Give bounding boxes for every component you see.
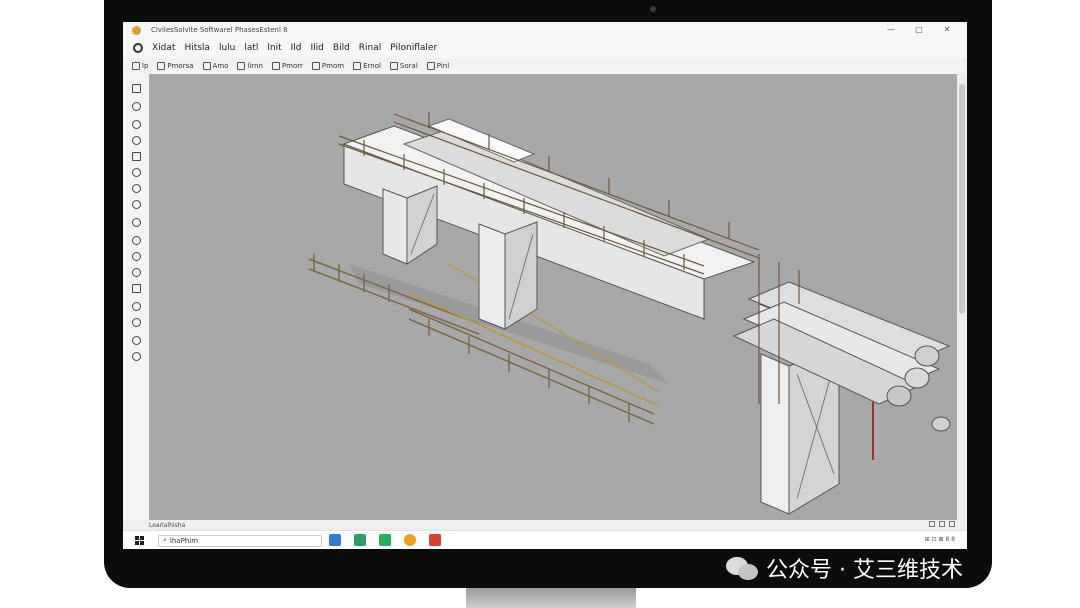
tool-label: Ernol xyxy=(363,62,381,70)
menu-item-view[interactable]: lulu xyxy=(219,43,235,53)
tool-follow-icon[interactable] xyxy=(132,236,141,245)
tool-box-icon[interactable] xyxy=(132,152,141,161)
search-icon: ⌕ xyxy=(163,536,167,544)
pan-icon xyxy=(426,62,435,70)
tool-label: Pmorr xyxy=(281,62,303,70)
editor-app-icon[interactable] xyxy=(354,534,366,546)
tool-zoom-icon[interactable] xyxy=(132,336,141,345)
tool-move[interactable]: Pmorsa xyxy=(157,62,194,70)
start-menu-icon[interactable] xyxy=(135,536,144,545)
tool-erase[interactable]: Ernol xyxy=(353,62,381,70)
maximize-button[interactable]: □ xyxy=(905,24,933,36)
menu-bar: Xidat Hitsla lulu latl lnit Ild Ilid Bil… xyxy=(123,38,967,58)
tool-line[interactable]: lirnn xyxy=(237,62,263,70)
arc-icon xyxy=(202,62,211,70)
tool-pan[interactable]: Pinl xyxy=(426,62,450,70)
tool-label: Amo xyxy=(212,62,229,70)
tool-measure[interactable]: Pmorr xyxy=(271,62,303,70)
tool-select[interactable]: lp xyxy=(132,62,148,70)
status-toggle-icon[interactable] xyxy=(939,521,945,527)
menu-item-plugins[interactable]: Piloniflaler xyxy=(390,43,437,53)
menu-item-file[interactable]: Xidat xyxy=(152,43,175,53)
line-icon xyxy=(237,62,246,70)
tool-orbit[interactable]: Soral xyxy=(389,62,418,70)
menu-item-format[interactable]: lnit xyxy=(267,43,281,53)
close-button[interactable]: ✕ xyxy=(933,24,961,36)
menu-item-render[interactable]: Rinal xyxy=(359,43,381,53)
status-text: Loarlalhisha xyxy=(149,521,186,529)
tool-rotate-icon[interactable] xyxy=(132,168,141,177)
menu-item-insert[interactable]: latl xyxy=(244,43,258,53)
select-icon xyxy=(132,62,140,70)
menu-item-edit[interactable]: Hitsla xyxy=(184,43,210,53)
file-manager-app-icon[interactable] xyxy=(329,534,341,546)
status-toggle-icon[interactable] xyxy=(929,521,935,527)
pier-middle xyxy=(478,221,538,330)
toolbar: lp Pmorsa Amo lirnn Pmorr Pmom Ernol Sor… xyxy=(123,58,967,75)
tool-label: lirnn xyxy=(247,62,263,70)
search-icon[interactable] xyxy=(133,43,143,53)
tool-walk-icon[interactable] xyxy=(132,352,141,361)
tool-tape-icon[interactable] xyxy=(132,252,141,261)
taskbar-search-text: lhaPhim xyxy=(169,536,199,545)
move-icon xyxy=(157,62,166,70)
tool-text-icon[interactable] xyxy=(132,268,141,277)
title-bar: CivilesSolvite Softwarel PhasesEstenl 8 … xyxy=(123,22,967,38)
tool-arc-icon[interactable] xyxy=(132,136,141,145)
screen: CivilesSolvite Softwarel PhasesEstenl 8 … xyxy=(123,22,967,549)
tool-rectangle-icon[interactable] xyxy=(132,84,141,93)
tool-label: Pmorsa xyxy=(167,62,194,70)
measure-icon xyxy=(271,62,280,70)
orbit-icon xyxy=(389,62,398,70)
watermark-text: 公众号 · 艾三维技术 xyxy=(766,558,963,583)
tool-label: Soral xyxy=(399,62,418,70)
chat-app-icon[interactable] xyxy=(379,534,391,546)
browser-app-icon[interactable] xyxy=(404,534,416,546)
status-controls xyxy=(929,521,955,527)
mail-app-icon[interactable] xyxy=(429,534,441,546)
app-logo-icon xyxy=(132,25,141,35)
tool-circle-icon[interactable] xyxy=(132,102,141,111)
bridge-model-drawing xyxy=(308,112,951,515)
tool-label: lp xyxy=(142,62,149,70)
tool-offset-icon[interactable] xyxy=(132,200,141,209)
tool-pan-icon[interactable] xyxy=(132,318,141,327)
menu-item-build[interactable]: Bild xyxy=(333,43,350,53)
tool-label: Pinl xyxy=(436,62,450,70)
taskbar-search[interactable]: ⌕ lhaPhim xyxy=(158,534,322,547)
tool-scale-icon[interactable] xyxy=(132,184,141,193)
window-controls: — □ ✕ xyxy=(877,24,961,36)
tool-polygon-icon[interactable] xyxy=(132,120,141,129)
pier-left xyxy=(382,185,438,265)
tool-zoom[interactable]: Pmom xyxy=(311,62,345,70)
tool-arc[interactable]: Amo xyxy=(202,62,229,70)
zoom-icon xyxy=(311,62,320,70)
menu-item-analysis[interactable]: Ilid xyxy=(311,43,324,53)
wechat-logo-icon xyxy=(726,555,760,581)
left-tool-palette xyxy=(123,74,149,520)
eraser-icon xyxy=(353,62,362,70)
tool-section-icon[interactable] xyxy=(132,284,141,293)
status-toggle-icon[interactable] xyxy=(949,521,955,527)
3d-viewport[interactable] xyxy=(149,74,957,520)
scrollbar-thumb[interactable] xyxy=(959,84,965,314)
tool-orbit-icon[interactable] xyxy=(132,302,141,311)
window-title: CivilesSolvite Softwarel PhasesEstenl 8 xyxy=(151,26,288,34)
status-bar: Loarlalhisha xyxy=(123,520,967,530)
taskbar: ⌕ lhaPhim ⊞ ⊡ ⊠ 8 8 xyxy=(123,530,967,549)
vertical-scrollbar[interactable] xyxy=(957,74,967,520)
watermark: 公众号 · 艾三维技术 xyxy=(726,552,963,584)
tool-label: Pmom xyxy=(321,62,345,70)
system-tray[interactable]: ⊞ ⊡ ⊠ 8 8 xyxy=(925,536,955,543)
webcam xyxy=(650,6,656,12)
taskbar-apps xyxy=(329,534,441,546)
menu-item-tools[interactable]: Ild xyxy=(291,43,302,53)
tool-pushpull-icon[interactable] xyxy=(132,218,141,227)
minimize-button[interactable]: — xyxy=(877,24,905,36)
monitor-stand xyxy=(466,588,636,608)
